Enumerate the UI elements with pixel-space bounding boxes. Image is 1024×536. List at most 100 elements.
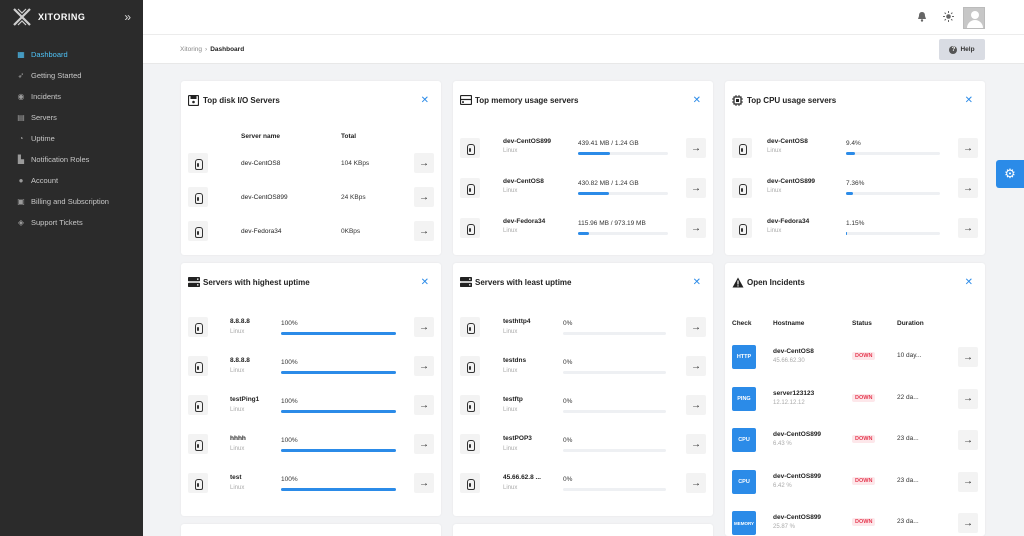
close-icon[interactable]: ✕ — [421, 95, 429, 106]
usage-value: 1.15% — [846, 220, 865, 227]
open-details-button[interactable]: → — [414, 434, 434, 454]
linux-os-badge — [188, 221, 208, 241]
incident-detail: 6.42 % — [773, 482, 792, 489]
close-icon[interactable]: ✕ — [693, 95, 701, 106]
open-details-button[interactable]: → — [414, 356, 434, 376]
open-details-button[interactable]: → — [958, 178, 978, 198]
open-details-button[interactable]: → — [686, 395, 706, 415]
open-details-button[interactable]: → — [958, 388, 978, 409]
open-details-button[interactable]: → — [414, 187, 434, 207]
sidebar-item-getting-started[interactable]: ➶ Getting Started — [0, 65, 143, 86]
progress-bar-fill — [846, 232, 848, 235]
server-os: Linux — [230, 407, 245, 413]
sidebar-item-notification-roles[interactable]: ▙ Notification Roles — [0, 149, 143, 170]
open-details-button[interactable]: → — [686, 473, 706, 493]
help-label: Help — [960, 46, 975, 53]
card-title: Servers with least uptime — [460, 277, 571, 287]
sidebar-item-uptime[interactable]: ◔ Uptime — [0, 128, 143, 149]
usage-value: 7.36% — [846, 180, 865, 187]
close-icon[interactable]: ✕ — [965, 277, 973, 288]
incident-hostname: dev-CentOS899 — [773, 431, 822, 438]
linux-os-badge — [460, 178, 480, 198]
table-row: dev-Fedora34 0KBps → — [181, 215, 441, 249]
close-icon[interactable]: ✕ — [693, 277, 701, 288]
server-os: Linux — [767, 228, 782, 234]
arrow-right-icon: → — [963, 142, 973, 154]
arrow-right-icon: → — [419, 191, 429, 203]
servers-icon: ▤ — [17, 113, 25, 122]
linux-icon — [467, 361, 475, 373]
incident-duration: 23 da... — [897, 476, 919, 484]
open-details-button[interactable]: → — [958, 430, 978, 450]
settings-gear-button[interactable]: ⚙ — [996, 160, 1024, 188]
linux-icon — [467, 183, 475, 195]
server-name: testhttp4 — [503, 318, 531, 325]
close-icon[interactable]: ✕ — [421, 277, 429, 288]
uptime-percent: 100% — [281, 398, 298, 405]
linux-icon — [467, 143, 475, 155]
status-badge: DOWN — [852, 352, 876, 360]
card-title: Open Incidents — [732, 277, 805, 288]
col-hostname: Hostname — [773, 320, 805, 327]
progress-bar — [578, 192, 668, 195]
sidebar-item-incidents[interactable]: ◉ Incidents — [0, 86, 143, 107]
open-details-button[interactable]: → — [414, 317, 434, 337]
open-details-button[interactable]: → — [414, 221, 434, 241]
sidebar-item-dashboard[interactable]: ▦ Dashboard — [0, 44, 143, 65]
linux-os-badge — [460, 218, 480, 238]
open-details-button[interactable]: → — [686, 356, 706, 376]
server-os: Linux — [230, 368, 245, 374]
help-button[interactable]: ? Help — [939, 39, 985, 60]
open-details-button[interactable]: → — [958, 513, 978, 533]
open-details-button[interactable]: → — [414, 473, 434, 493]
progress-bar — [846, 232, 940, 235]
server-name: dev-Fedora34 — [767, 218, 810, 225]
sidebar-item-support-tickets[interactable]: ◈ Support Tickets — [0, 212, 143, 233]
linux-os-badge — [188, 153, 208, 173]
server-os: Linux — [503, 148, 518, 154]
progress-bar — [563, 332, 666, 335]
server-os: Linux — [230, 446, 245, 452]
server-name: dev-Fedora34 — [241, 228, 282, 235]
progress-bar — [281, 488, 396, 491]
open-details-button[interactable]: → — [958, 347, 978, 367]
progress-bar — [563, 488, 666, 491]
close-icon[interactable]: ✕ — [965, 95, 973, 106]
open-details-button[interactable]: → — [958, 218, 978, 238]
incident-row: MEMORY dev-CentOS899 25.87 % DOWN 23 da... → — [725, 508, 985, 536]
server-os: Linux — [503, 188, 518, 194]
open-details-button[interactable]: → — [686, 218, 706, 238]
arrow-right-icon: → — [419, 225, 429, 237]
brand[interactable]: XITORING » — [0, 0, 143, 34]
disk-total: 104 KBps — [341, 160, 370, 167]
open-details-button[interactable]: → — [414, 395, 434, 415]
open-details-button[interactable]: → — [686, 317, 706, 337]
table-row: dev-CentOS8 104 KBps → — [181, 147, 441, 181]
dashboard-icon: ▦ — [17, 50, 25, 59]
sun-icon[interactable] — [943, 11, 954, 25]
open-details-button[interactable]: → — [686, 178, 706, 198]
sidebar-item-billing-and-subscription[interactable]: ▣ Billing and Subscription — [0, 191, 143, 212]
open-details-button[interactable]: → — [686, 434, 706, 454]
open-details-button[interactable]: → — [686, 138, 706, 158]
arrow-right-icon: → — [963, 517, 973, 529]
status-badge: DOWN — [852, 518, 876, 526]
arrow-right-icon: → — [419, 477, 429, 489]
sidebar-item-label: Notification Roles — [31, 155, 90, 164]
sidebar-item-servers[interactable]: ▤ Servers — [0, 107, 143, 128]
status-badge: DOWN — [852, 435, 876, 443]
open-details-button[interactable]: → — [414, 153, 434, 173]
arrow-right-icon: → — [963, 222, 973, 234]
sidebar-item-account[interactable]: ● Account — [0, 170, 143, 191]
open-details-button[interactable]: → — [958, 471, 978, 492]
collapse-sidebar-icon[interactable]: » — [124, 10, 131, 24]
bell-icon[interactable] — [917, 11, 927, 25]
server-os: Linux — [503, 329, 518, 335]
user-avatar[interactable] — [963, 7, 985, 29]
server-name: dev-CentOS899 — [241, 194, 288, 201]
linux-os-badge — [460, 317, 480, 337]
incident-detail: 25.87 % — [773, 524, 796, 530]
linux-os-badge — [460, 395, 480, 415]
open-details-button[interactable]: → — [958, 138, 978, 158]
breadcrumb-root[interactable]: Xitoring — [180, 46, 202, 53]
